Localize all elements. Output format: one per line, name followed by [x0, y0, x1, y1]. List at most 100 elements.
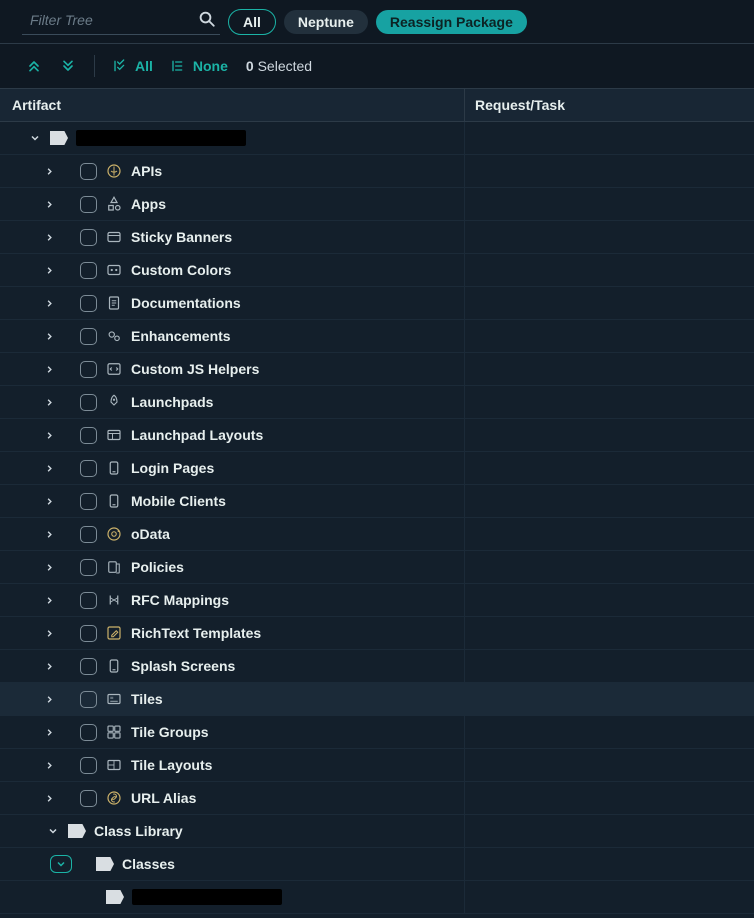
chevron-right-icon[interactable]	[42, 758, 56, 772]
chevron-right-icon[interactable]	[42, 461, 56, 475]
chevron-right-icon[interactable]	[42, 296, 56, 310]
tree-node-checkbox[interactable]	[80, 724, 97, 741]
tree-node-apps[interactable]: Apps	[0, 188, 754, 221]
tree-node-checkbox[interactable]	[80, 394, 97, 411]
tree-node-label: Tile Groups	[131, 724, 209, 740]
tree-node-login[interactable]: Login Pages	[0, 452, 754, 485]
tree-node-rfc[interactable]: RFC Mappings	[0, 584, 754, 617]
tree-node-label: Launchpads	[131, 394, 213, 410]
tree-node-tiles[interactable]: Tiles	[0, 683, 754, 716]
reassign-package-button[interactable]: Reassign Package	[376, 10, 527, 34]
tree-node-policies[interactable]: Policies	[0, 551, 754, 584]
tree-node-checkbox[interactable]	[80, 229, 97, 246]
tilelayout-icon	[105, 756, 123, 774]
chevron-right-icon[interactable]	[42, 197, 56, 211]
tree-node-urlalias[interactable]: URL Alias	[0, 782, 754, 815]
chevron-right-icon[interactable]	[42, 494, 56, 508]
tree-node-checkbox[interactable]	[80, 559, 97, 576]
tree-node-docs[interactable]: Documentations	[0, 287, 754, 320]
package-tag-icon	[106, 890, 124, 904]
tree-node-label: Tile Layouts	[131, 757, 212, 773]
tree-node-label: Launchpad Layouts	[131, 427, 263, 443]
tree-root-row[interactable]	[0, 122, 754, 155]
tree-leaf-class[interactable]	[0, 881, 754, 914]
tree-node-checkbox[interactable]	[80, 262, 97, 279]
tree-node-classes[interactable]: Classes	[0, 848, 754, 881]
chevron-down-boxed-icon[interactable]	[50, 855, 72, 873]
chevron-right-icon[interactable]	[42, 659, 56, 673]
gears-icon	[105, 327, 123, 345]
tree-node-splash[interactable]: Splash Screens	[0, 650, 754, 683]
table-header: Artifact Request/Task	[0, 88, 754, 122]
tree-node-launchpads[interactable]: Launchpads	[0, 386, 754, 419]
chevron-right-icon[interactable]	[42, 692, 56, 706]
tree-node-label: oData	[131, 526, 170, 542]
tree-node-checkbox[interactable]	[80, 658, 97, 675]
mapping-icon	[105, 591, 123, 609]
class-name-redacted	[132, 889, 282, 905]
filter-neptune-pill[interactable]: Neptune	[284, 10, 368, 34]
palette-icon	[105, 261, 123, 279]
chevron-right-icon[interactable]	[42, 164, 56, 178]
tree-node-label: URL Alias	[131, 790, 196, 806]
chevron-right-icon[interactable]	[42, 527, 56, 541]
select-all-label: All	[135, 58, 153, 74]
rocket-icon	[105, 393, 123, 411]
expand-all-button[interactable]	[26, 58, 42, 74]
filter-all-pill[interactable]: All	[228, 9, 276, 35]
tree-node-lplayouts[interactable]: Launchpad Layouts	[0, 419, 754, 452]
tree-node-checkbox[interactable]	[80, 196, 97, 213]
class-library-label: Class Library	[94, 823, 183, 839]
tree-node-label: Documentations	[131, 295, 241, 311]
tree-node-checkbox[interactable]	[80, 460, 97, 477]
select-all-button[interactable]: All	[113, 58, 153, 74]
tree-node-colors[interactable]: Custom Colors	[0, 254, 754, 287]
tree-node-sticky[interactable]: Sticky Banners	[0, 221, 754, 254]
collapse-all-button[interactable]	[60, 58, 76, 74]
tree-node-checkbox[interactable]	[80, 592, 97, 609]
tree-node-checkbox[interactable]	[80, 691, 97, 708]
tree-node-odata[interactable]: oData	[0, 518, 754, 551]
tree-node-checkbox[interactable]	[80, 493, 97, 510]
column-request-task[interactable]: Request/Task	[464, 89, 754, 121]
tree-node-checkbox[interactable]	[80, 328, 97, 345]
chevron-right-icon[interactable]	[42, 395, 56, 409]
chevron-right-icon[interactable]	[42, 230, 56, 244]
tree-node-checkbox[interactable]	[80, 757, 97, 774]
tree-node-apis[interactable]: APIs	[0, 155, 754, 188]
chevron-down-icon[interactable]	[46, 824, 60, 838]
chevron-right-icon[interactable]	[42, 428, 56, 442]
chevron-right-icon[interactable]	[42, 329, 56, 343]
tree-node-checkbox[interactable]	[80, 295, 97, 312]
tree-node-checkbox[interactable]	[80, 790, 97, 807]
tree-group-class-library[interactable]: Class Library	[0, 815, 754, 848]
banner-icon	[105, 228, 123, 246]
tree-node-richtext[interactable]: RichText Templates	[0, 617, 754, 650]
chevron-right-icon[interactable]	[42, 791, 56, 805]
column-artifact[interactable]: Artifact	[0, 97, 464, 113]
search-icon[interactable]	[198, 10, 216, 28]
chevron-right-icon[interactable]	[42, 560, 56, 574]
tree-node-checkbox[interactable]	[80, 526, 97, 543]
tree-node-checkbox[interactable]	[80, 163, 97, 180]
tree-node-tilegroups[interactable]: Tile Groups	[0, 716, 754, 749]
chevron-right-icon[interactable]	[42, 593, 56, 607]
artifact-tree[interactable]: APIsAppsSticky BannersCustom Colors Docum…	[0, 122, 754, 918]
tree-node-mobile[interactable]: Mobile Clients	[0, 485, 754, 518]
tree-node-checkbox[interactable]	[80, 361, 97, 378]
tree-node-checkbox[interactable]	[80, 427, 97, 444]
code-icon	[105, 360, 123, 378]
tree-node-tilelayouts[interactable]: Tile Layouts	[0, 749, 754, 782]
tree-node-enh[interactable]: Enhancements	[0, 320, 754, 353]
select-none-button[interactable]: None	[171, 58, 228, 74]
chevron-right-icon[interactable]	[42, 626, 56, 640]
chevron-right-icon[interactable]	[42, 362, 56, 376]
filter-tree-input[interactable]	[22, 8, 220, 34]
chevron-down-icon[interactable]	[28, 131, 42, 145]
tree-node-label: Custom JS Helpers	[131, 361, 259, 377]
edit-icon	[105, 624, 123, 642]
chevron-right-icon[interactable]	[42, 263, 56, 277]
tree-node-jshelpers[interactable]: Custom JS Helpers	[0, 353, 754, 386]
chevron-right-icon[interactable]	[42, 725, 56, 739]
tree-node-checkbox[interactable]	[80, 625, 97, 642]
